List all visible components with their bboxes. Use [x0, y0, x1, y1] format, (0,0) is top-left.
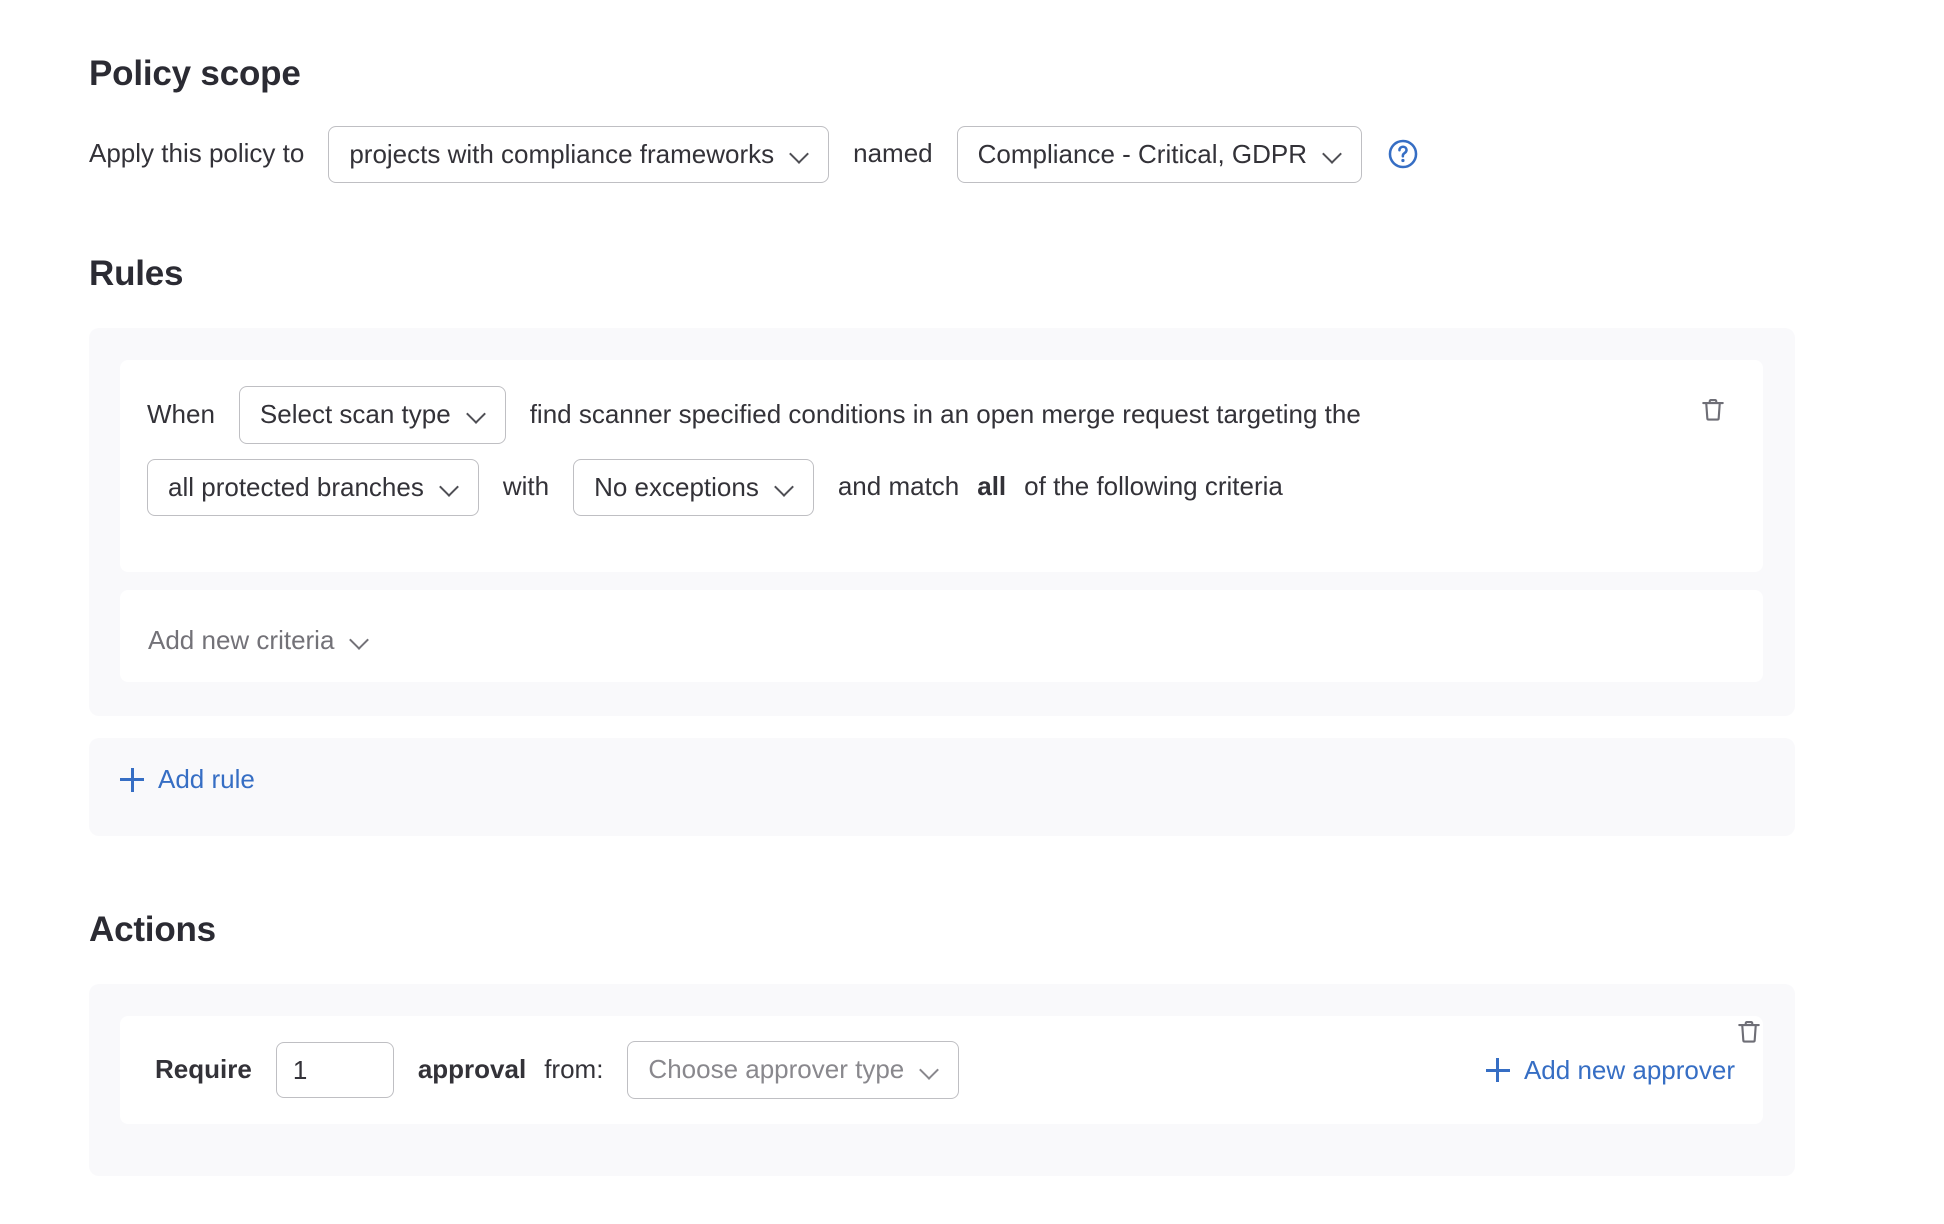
actions-heading: Actions — [89, 910, 216, 949]
policy-scope-row: Apply this policy to projects with compl… — [89, 125, 1809, 183]
actions-card: Require approval from: Choose approver t… — [89, 984, 1795, 1176]
chevron-down-icon — [440, 477, 460, 497]
scope-type-value: projects with compliance frameworks — [349, 138, 775, 169]
rule-line-2: all protected branches with No exception… — [147, 458, 1673, 516]
add-rule-label: Add rule — [158, 764, 255, 794]
compliance-framework-dropdown[interactable]: Compliance - Critical, GDPR — [956, 125, 1363, 183]
chevron-down-icon — [1323, 144, 1343, 164]
with-label: with — [502, 471, 550, 502]
rules-heading: Rules — [89, 254, 184, 293]
scope-type-dropdown[interactable]: projects with compliance frameworks — [328, 125, 830, 183]
add-rule-card: Add rule — [89, 738, 1795, 836]
add-rule-button[interactable]: Add rule — [120, 764, 255, 795]
add-new-criteria-label: Add new criteria — [148, 625, 335, 655]
match-suffix-label: of the following criteria — [1024, 471, 1283, 502]
add-new-approver-label: Add new approver — [1523, 1054, 1735, 1085]
rules-card: When Select scan type find scanner speci… — [89, 328, 1795, 716]
match-prefix-label: and match — [837, 471, 960, 502]
exceptions-dropdown[interactable]: No exceptions — [573, 458, 814, 516]
branches-value: all protected branches — [168, 471, 424, 502]
trash-icon — [1734, 1017, 1764, 1052]
plus-icon — [120, 767, 144, 792]
add-criteria-row: Add new criteria — [120, 590, 1763, 682]
chevron-down-icon — [775, 477, 795, 497]
chevron-down-icon — [920, 1060, 940, 1080]
require-label: Require — [155, 1054, 252, 1085]
rule-condition-text: find scanner specified conditions in an … — [529, 398, 1361, 429]
scan-type-dropdown[interactable]: Select scan type — [238, 386, 506, 444]
exceptions-value: No exceptions — [594, 471, 759, 502]
add-new-approver-button[interactable]: Add new approver — [1485, 1054, 1735, 1086]
action-content: Require approval from: Choose approver t… — [155, 1016, 1735, 1124]
policy-editor-page: Policy scope Apply this policy to projec… — [0, 0, 1944, 1224]
compliance-framework-value: Compliance - Critical, GDPR — [977, 138, 1308, 169]
chevron-down-icon — [790, 144, 810, 164]
rule-content: When Select scan type find scanner speci… — [147, 386, 1673, 516]
approver-type-dropdown[interactable]: Choose approver type — [627, 1041, 960, 1099]
question-circle-icon[interactable] — [1386, 137, 1420, 171]
named-label: named — [853, 138, 933, 169]
chevron-down-icon — [467, 404, 487, 424]
rule-line-1: When Select scan type find scanner speci… — [147, 386, 1673, 444]
rule-row: When Select scan type find scanner speci… — [120, 360, 1763, 572]
match-operator-label: all — [977, 471, 1007, 502]
plus-icon — [1485, 1058, 1510, 1082]
scan-type-value: Select scan type — [259, 399, 451, 429]
policy-scope-section: Policy scope Apply this policy to projec… — [89, 54, 1809, 183]
policy-scope-heading: Policy scope — [89, 54, 301, 93]
approval-label: approval — [417, 1054, 527, 1085]
when-label: When — [147, 398, 215, 429]
branches-dropdown[interactable]: all protected branches — [147, 458, 479, 516]
add-new-criteria-dropdown[interactable]: Add new criteria — [147, 612, 389, 670]
add-criteria-wrapper: Add new criteria — [147, 612, 389, 670]
delete-action-button[interactable] — [1725, 1010, 1773, 1058]
chevron-down-icon — [350, 630, 370, 650]
approver-type-value: Choose approver type — [648, 1054, 905, 1085]
action-row: Require approval from: Choose approver t… — [120, 1016, 1763, 1124]
apply-policy-label: Apply this policy to — [89, 138, 305, 169]
delete-rule-button[interactable] — [1689, 388, 1737, 436]
approvals-count-input[interactable] — [275, 1042, 394, 1098]
trash-icon — [1698, 395, 1728, 430]
from-label: from: — [544, 1054, 604, 1085]
